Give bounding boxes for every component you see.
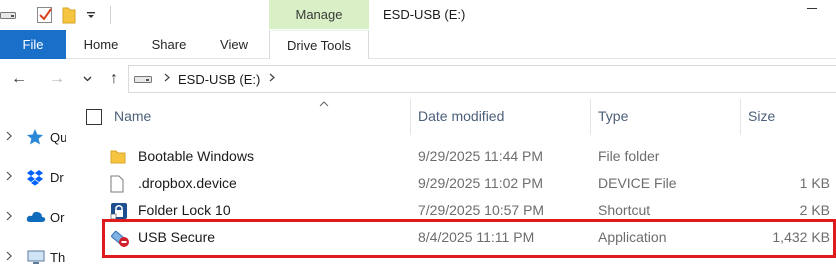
customize-arrow-icon[interactable]: [86, 0, 98, 30]
file-date: 9/29/2025 11:02 PM: [418, 175, 544, 191]
navpane-item-this-pc[interactable]: Th: [0, 244, 66, 269]
back-button[interactable]: ←: [6, 59, 32, 99]
tab-share[interactable]: Share: [140, 30, 198, 59]
navigation-bar: ← → ↑ ESD-USB (E:): [0, 59, 836, 99]
drive-icon: [134, 70, 156, 88]
navpane-item-onedrive[interactable]: Or: [0, 204, 66, 230]
chevron-right-icon[interactable]: [6, 210, 12, 224]
quick-access-divider: [110, 6, 111, 24]
chevron-right-icon[interactable]: [164, 73, 170, 85]
column-header-type[interactable]: Type: [598, 108, 628, 124]
column-header-date-modified[interactable]: Date modified: [418, 108, 504, 124]
this-pc-icon: [26, 248, 46, 266]
tab-view[interactable]: View: [206, 30, 262, 59]
properties-check-icon[interactable]: [36, 0, 56, 30]
chevron-right-icon[interactable]: [6, 250, 12, 264]
column-divider[interactable]: [410, 99, 411, 135]
address-bar[interactable]: ESD-USB (E:): [128, 65, 836, 93]
dropbox-icon: [26, 168, 46, 186]
tab-file[interactable]: File: [0, 30, 66, 59]
navpane-item-quick-access[interactable]: Qu: [0, 124, 66, 150]
forward-button[interactable]: →: [44, 59, 70, 99]
column-header-name[interactable]: Name: [114, 108, 151, 124]
window-title: ESD-USB (E:): [383, 7, 466, 22]
tab-drive-tools[interactable]: Drive Tools: [269, 30, 369, 59]
column-divider[interactable]: [590, 99, 591, 135]
navpane-label: Th: [50, 249, 66, 265]
file-name: .dropbox.device: [138, 175, 237, 191]
navpane-label: Dr: [50, 169, 64, 185]
chevron-right-icon[interactable]: [6, 170, 12, 184]
chevron-right-icon[interactable]: [269, 73, 276, 85]
tab-home[interactable]: Home: [72, 30, 130, 59]
column-headers: Name Date modified Type Size: [78, 99, 836, 139]
file-size: 1 KB: [799, 175, 830, 191]
title-bar: Manage ESD-USB (E:): [0, 0, 836, 30]
breadcrumb-drive[interactable]: ESD-USB (E:): [178, 72, 260, 87]
file-icon: [110, 170, 130, 197]
file-name: Bootable Windows: [138, 148, 254, 164]
new-folder-icon[interactable]: [62, 0, 80, 30]
highlight-annotation: [102, 219, 836, 258]
minimize-button[interactable]: [800, 0, 836, 30]
navpane-label: Or: [50, 209, 65, 225]
up-button[interactable]: ↑: [102, 59, 126, 99]
file-row[interactable]: Bootable Windows 9/29/2025 11:44 PM File…: [104, 143, 836, 170]
sort-ascending-icon: [319, 99, 329, 110]
file-size: [730, 143, 830, 170]
manage-context-tab[interactable]: Manage: [269, 0, 369, 29]
folder-icon: [110, 143, 130, 170]
ribbon-tabs: File Home Share View Drive Tools: [0, 30, 836, 59]
navigation-pane: Qu Dr Or Th: [0, 99, 66, 269]
onedrive-icon: [26, 208, 46, 226]
column-divider[interactable]: [740, 99, 741, 135]
chevron-right-icon[interactable]: [6, 130, 12, 144]
recent-locations-button[interactable]: [80, 59, 94, 99]
navpane-item-dropbox[interactable]: Dr: [0, 164, 66, 190]
file-row[interactable]: .dropbox.device 9/29/2025 11:02 PM DEVIC…: [104, 170, 836, 197]
drive-icon[interactable]: [0, 0, 18, 30]
file-type: File folder: [598, 148, 660, 164]
select-all-checkbox[interactable]: [86, 109, 102, 125]
file-date: 9/29/2025 11:44 PM: [418, 148, 544, 164]
file-type: DEVICE File: [598, 175, 677, 191]
column-header-size[interactable]: Size: [748, 108, 775, 124]
navpane-label: Qu: [50, 129, 66, 145]
star-icon: [26, 128, 46, 146]
